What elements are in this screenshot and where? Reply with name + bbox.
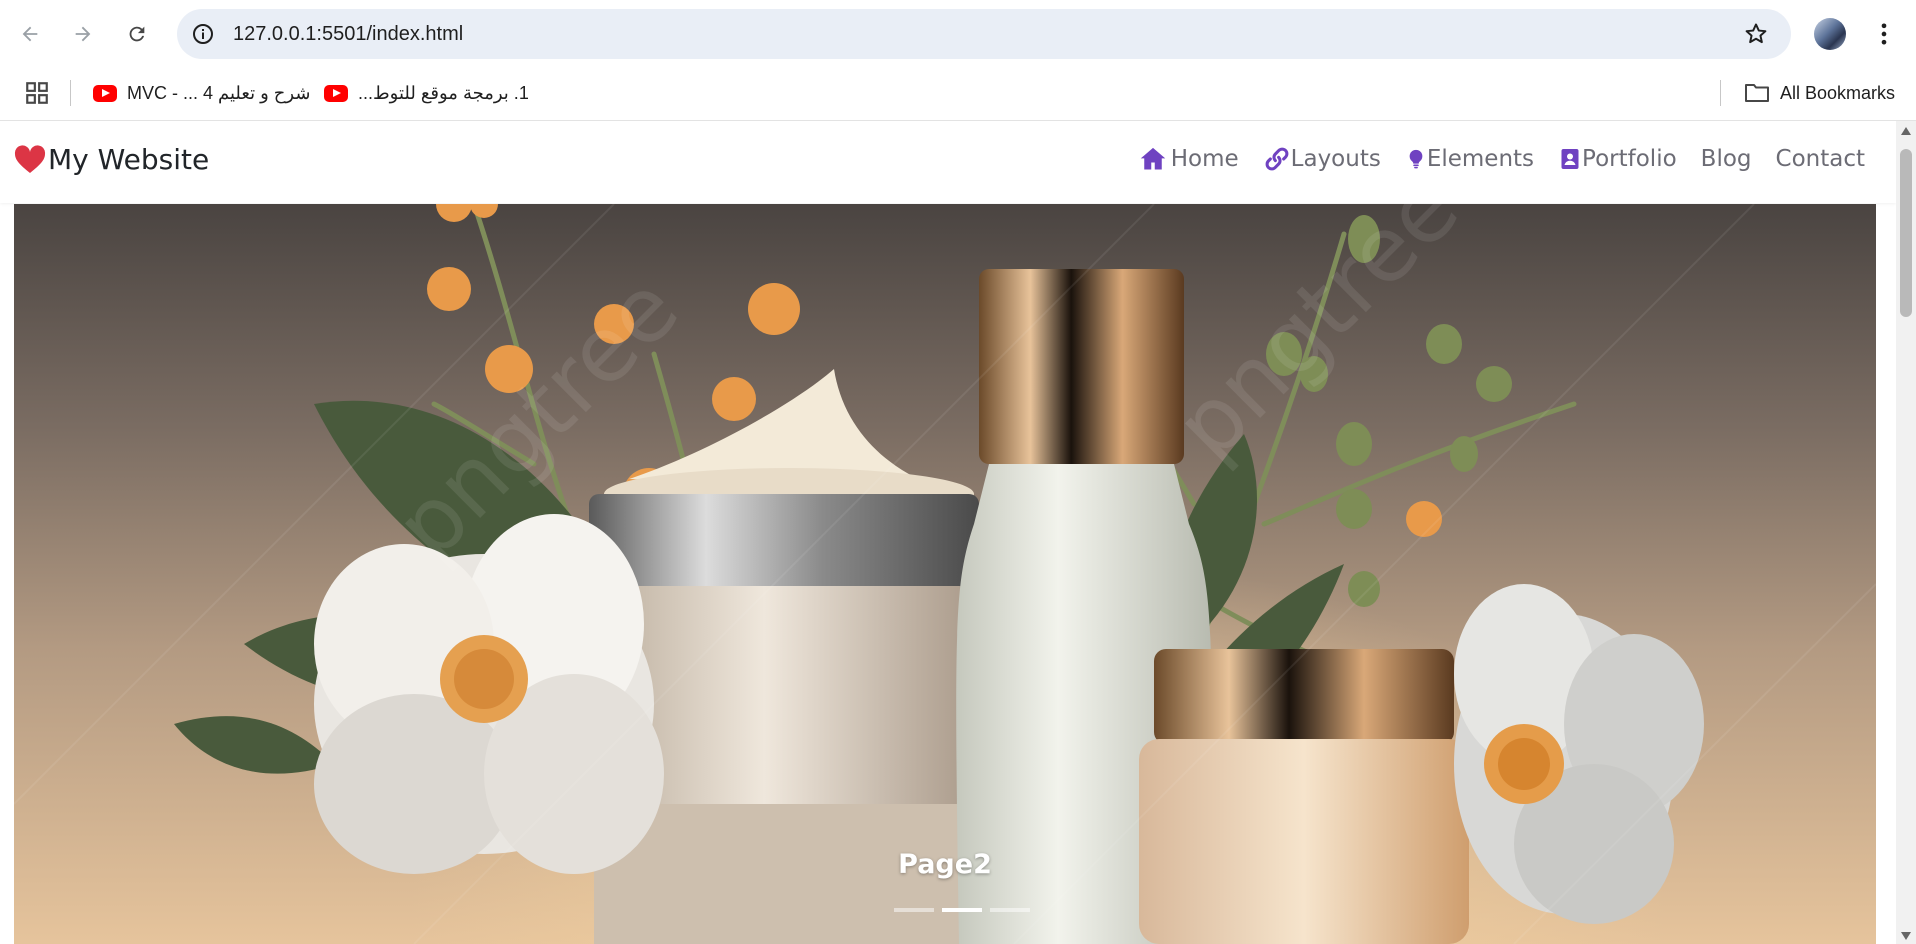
nav-links: Home Layouts Elements Portfolio Blog Con…: [1139, 145, 1865, 173]
nav-elements[interactable]: Elements: [1405, 145, 1534, 173]
scroll-down-arrow[interactable]: [1901, 932, 1911, 940]
carousel-caption: Page2: [898, 849, 992, 880]
forward-button[interactable]: [65, 16, 101, 52]
youtube-icon: [93, 84, 117, 102]
carousel-slide-image: pngtree pngtree: [14, 204, 1876, 944]
bookmark-star-icon[interactable]: [1743, 21, 1769, 47]
reload-button[interactable]: [119, 16, 155, 52]
bookmark-item[interactable]: 1. برمجة موقع للتوط...: [324, 78, 529, 108]
folder-icon: [1745, 84, 1769, 102]
youtube-icon: [324, 84, 348, 102]
page-viewport: My Website Home Layouts Elements Portfol…: [0, 121, 1916, 944]
apps-grid-icon[interactable]: [24, 80, 50, 106]
all-bookmarks-label: All Bookmarks: [1780, 82, 1896, 103]
nav-home-label: Home: [1170, 146, 1239, 172]
carousel-indicator[interactable]: [894, 908, 934, 912]
carousel-indicator-active[interactable]: [942, 908, 982, 912]
nav-portfolio[interactable]: Portfolio: [1558, 145, 1677, 173]
arrow-left-icon: [22, 26, 38, 42]
nav-contact[interactable]: Contact: [1776, 146, 1865, 172]
lightbulb-icon: [1409, 149, 1423, 169]
house-icon: [1140, 147, 1165, 170]
nav-blog[interactable]: Blog: [1701, 146, 1752, 172]
arrow-right-icon: [75, 26, 91, 42]
reload-icon: [129, 26, 145, 42]
carousel-indicator[interactable]: [990, 908, 1030, 912]
site-info-icon[interactable]: [191, 22, 215, 46]
link-icon: [1265, 147, 1289, 171]
site-navbar: My Website Home Layouts Elements Portfol…: [0, 121, 1896, 203]
bookmarks-bar: شرح و تعليم 4 ... - MVC 1. برمجة موقع لل…: [0, 68, 1916, 121]
address-bar[interactable]: 127.0.0.1:5501/index.html: [177, 9, 1791, 59]
nav-layouts[interactable]: Layouts: [1263, 145, 1381, 173]
all-bookmarks-button[interactable]: All Bookmarks: [1744, 78, 1895, 108]
carousel-indicators: [894, 908, 1030, 912]
back-button[interactable]: [12, 16, 48, 52]
nav-layouts-label: Layouts: [1290, 146, 1381, 172]
scroll-thumb[interactable]: [1900, 149, 1912, 317]
bookmarks-separator: [70, 80, 71, 106]
brand-name: My Website: [48, 143, 210, 176]
url-text[interactable]: 127.0.0.1:5501/index.html: [233, 23, 463, 46]
browser-toolbar: 127.0.0.1:5501/index.html: [0, 0, 1916, 68]
hero-carousel[interactable]: pngtree pngtree Page2: [14, 204, 1876, 944]
kebab-menu-icon[interactable]: [1870, 20, 1898, 48]
brand-link[interactable]: My Website: [14, 143, 209, 176]
bookmark-label: شرح و تعليم 4 ... - MVC: [127, 82, 311, 103]
scroll-up-arrow[interactable]: [1901, 127, 1911, 135]
person-badge-icon: [1561, 149, 1579, 169]
page-scrollbar[interactable]: [1896, 121, 1916, 944]
nav-elements-label: Elements: [1426, 146, 1535, 172]
nav-blog-label: Blog: [1700, 146, 1752, 172]
heart-icon: [14, 144, 46, 173]
nav-contact-label: Contact: [1775, 146, 1865, 172]
bookmarks-separator: [1720, 80, 1721, 106]
nav-portfolio-label: Portfolio: [1582, 146, 1677, 172]
bookmark-label: 1. برمجة موقع للتوط...: [358, 82, 529, 103]
profile-avatar[interactable]: [1814, 18, 1846, 50]
nav-home[interactable]: Home: [1139, 145, 1239, 173]
bookmark-item[interactable]: شرح و تعليم 4 ... - MVC: [93, 78, 310, 108]
